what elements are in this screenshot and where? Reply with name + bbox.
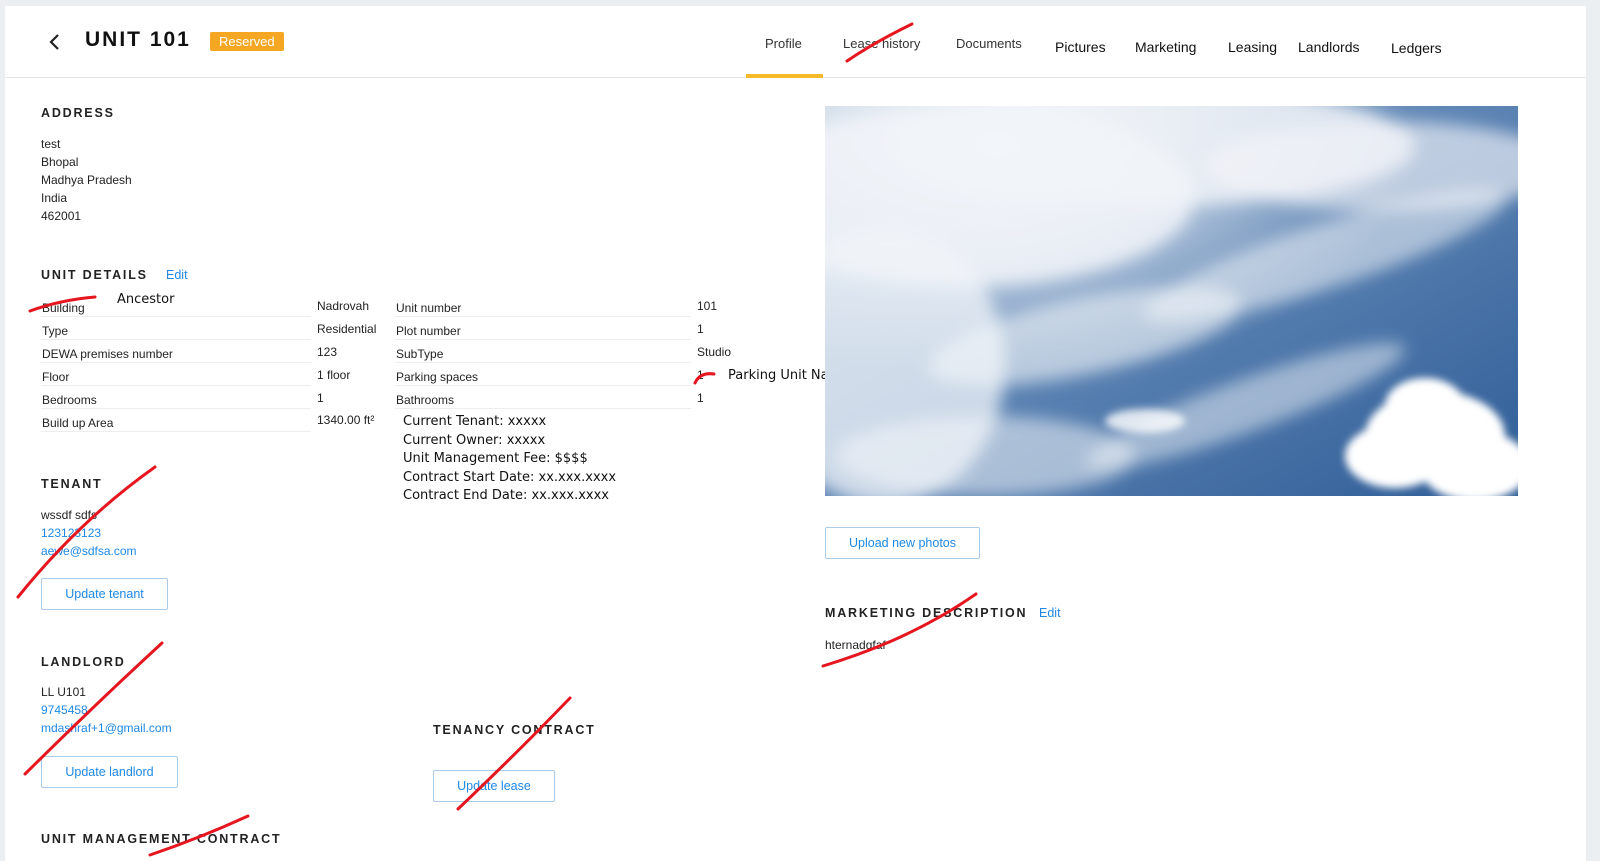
tab-lease-history[interactable]: Lease history (843, 36, 920, 51)
note-line: Unit Management Fee: $$$$ (403, 451, 588, 466)
detail-key: Bathrooms (396, 393, 455, 407)
tab-landlords[interactable]: Landlords (1298, 39, 1360, 55)
marketing-edit-link[interactable]: Edit (1039, 606, 1061, 620)
upload-photos-button[interactable]: Upload new photos (825, 527, 980, 559)
detail-value: Studio (697, 345, 732, 359)
active-tab-indicator (746, 74, 823, 78)
detail-row-floor: Floor (41, 365, 311, 386)
detail-key: Unit number (396, 301, 462, 315)
tenant-heading: TENANT (41, 477, 103, 491)
tenant-phone[interactable]: 123123123 (41, 524, 101, 542)
address-line: Madhya Pradesh (41, 173, 132, 187)
added-notes: Current Tenant: xxxxx Current Owner: xxx… (403, 413, 616, 506)
detail-key: Bedrooms (42, 393, 97, 407)
landlord-heading: LANDLORD (41, 655, 126, 669)
address-line: Bhopal (41, 155, 79, 169)
detail-row-bedrooms: Bedrooms (41, 388, 311, 409)
detail-key: Type (42, 324, 69, 338)
unit-management-contract-heading: UNIT MANAGEMENT CONTRACT (41, 832, 282, 846)
tenant-name: wssdf sdfs (41, 508, 98, 522)
status-badge: Reserved (210, 32, 284, 51)
landlord-email[interactable]: mdashraf+1@gmail.com (41, 719, 172, 737)
detail-key: DEWA premises number (42, 347, 173, 361)
detail-value: 1340.00 ft² (317, 413, 375, 427)
tab-profile[interactable]: Profile (765, 36, 802, 51)
detail-key: Parking spaces (396, 370, 479, 384)
detail-value: 1 (697, 368, 704, 382)
unit-details-edit-link[interactable]: Edit (166, 268, 188, 282)
note-line: Current Owner: xxxxx (403, 432, 546, 448)
marketing-description-heading: MARKETING DESCRIPTION (825, 606, 1028, 620)
detail-value: 1 floor (317, 368, 351, 382)
address-line: 462001 (41, 209, 82, 223)
page-header: UNIT 101 Reserved Profile Lease history … (5, 6, 1586, 78)
unit-photo (825, 106, 1518, 496)
detail-value: 101 (697, 299, 718, 313)
back-arrow-icon[interactable] (45, 30, 65, 54)
landlord-name: LL U101 (41, 685, 86, 699)
detail-key: SubType (396, 347, 444, 361)
detail-row-building: Building (41, 296, 311, 317)
tenancy-contract-heading: TENANCY CONTRACT (433, 723, 596, 737)
tab-ledgers[interactable]: Ledgers (1391, 40, 1442, 56)
detail-row-bathrooms: Bathrooms (395, 388, 691, 409)
detail-value: Residential (317, 322, 377, 336)
detail-key: Plot number (396, 324, 461, 338)
detail-row-dewa: DEWA premises number (41, 342, 311, 363)
tab-leasing[interactable]: Leasing (1228, 39, 1277, 55)
detail-row-plot-number: Plot number (395, 319, 691, 340)
detail-row-parking: Parking spaces (395, 365, 691, 386)
update-landlord-button[interactable]: Update landlord (41, 756, 178, 788)
address-line: India (41, 191, 68, 205)
detail-row-type: Type (41, 319, 311, 340)
detail-value: 1 (697, 391, 704, 405)
address-heading: ADDRESS (41, 106, 115, 120)
unit-details-heading: UNIT DETAILS (41, 268, 148, 282)
detail-row-area: Build up Area (41, 411, 311, 432)
page-title: UNIT 101 (85, 28, 191, 51)
detail-key: Floor (42, 370, 70, 384)
note-line: Current Tenant: xxxxx (403, 414, 547, 429)
note-line: Contract End Date: xx.xxx.xxxx (403, 488, 609, 503)
address-block: test Bhopal Madhya Pradesh India 462001 (41, 135, 132, 225)
address-line: test (41, 137, 61, 151)
update-lease-button[interactable]: Update lease (433, 770, 555, 802)
detail-value: 1 (317, 391, 324, 405)
update-tenant-button[interactable]: Update tenant (41, 578, 168, 610)
detail-row-unit-number: Unit number (395, 296, 691, 317)
detail-key: Build up Area (42, 416, 114, 430)
tenant-email[interactable]: aewe@sdfsa.com (41, 542, 137, 560)
detail-row-subtype: SubType (395, 342, 691, 363)
unit-profile-page: UNIT 101 Reserved Profile Lease history … (5, 6, 1586, 861)
landlord-phone[interactable]: 9745458 (41, 701, 88, 719)
detail-value: Nadrovah (317, 299, 370, 313)
marketing-description-text: hternadgfaf (825, 638, 886, 652)
detail-value: 123 (317, 345, 338, 359)
tab-pictures[interactable]: Pictures (1055, 39, 1106, 55)
tab-marketing[interactable]: Marketing (1135, 39, 1196, 55)
detail-value: 1 (697, 322, 704, 336)
tab-documents[interactable]: Documents (956, 36, 1022, 51)
detail-key: Building (42, 301, 85, 315)
note-line: Contract Start Date: xx.xxx.xxxx (403, 469, 617, 485)
